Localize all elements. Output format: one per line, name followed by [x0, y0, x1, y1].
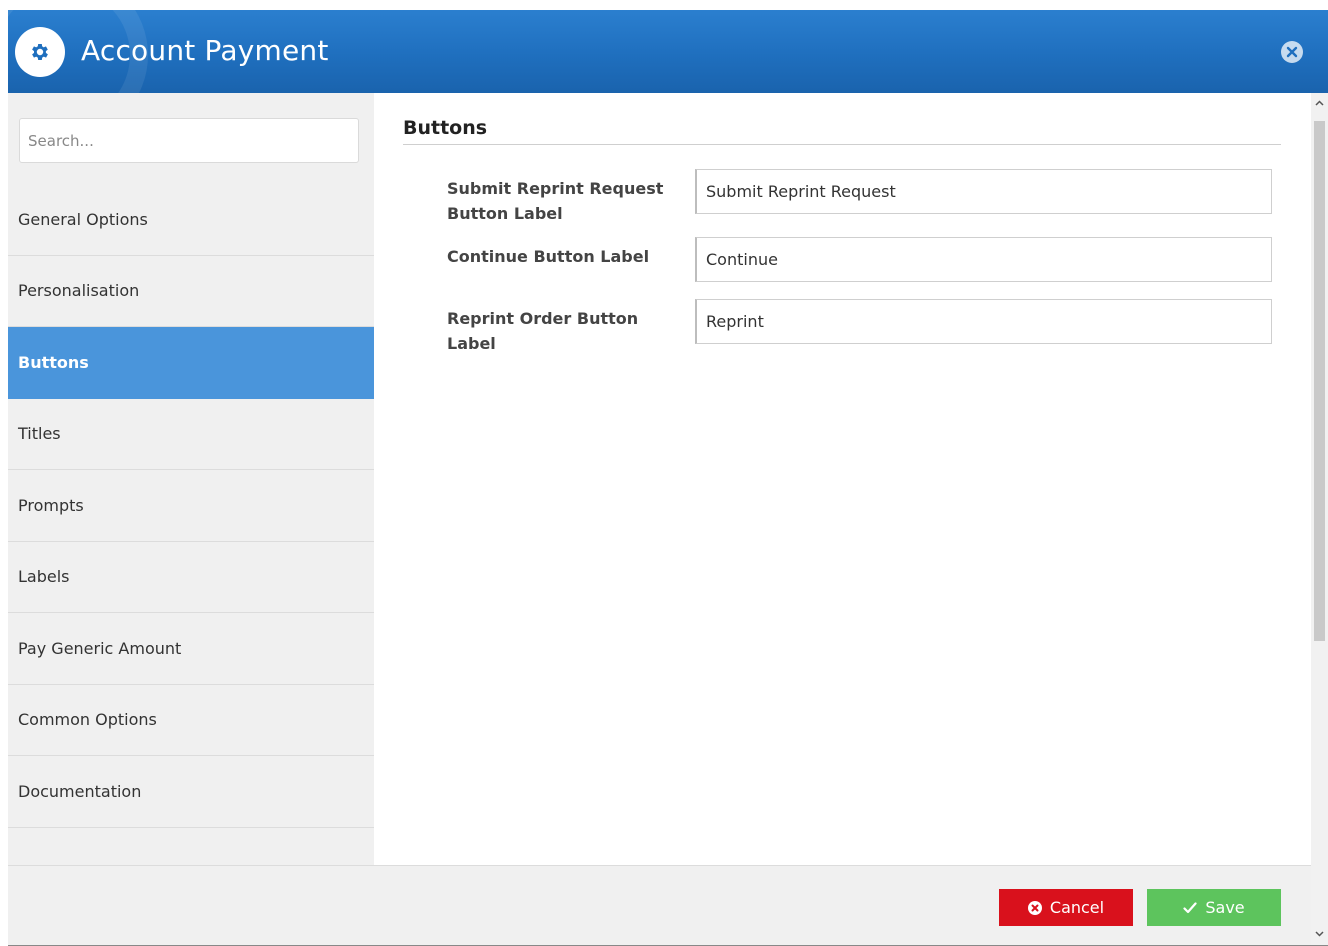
field-label-reprint-order: Reprint Order Button Label [447, 309, 639, 353]
account-payment-dialog: Account Payment General Options Personal… [8, 10, 1328, 946]
sidebar-item-label: Prompts [18, 495, 84, 515]
reprint-order-label-input[interactable] [695, 299, 1272, 344]
check-icon [1183, 901, 1197, 913]
scroll-up-icon[interactable] [1315, 99, 1324, 108]
gear-icon [15, 27, 65, 77]
dialog-header: Account Payment [8, 10, 1328, 93]
sidebar: General Options Personalisation Buttons … [8, 93, 386, 865]
sidebar-item-buttons[interactable]: Buttons [8, 327, 386, 399]
save-button-label: Save [1205, 898, 1245, 917]
continue-label-input[interactable] [695, 237, 1272, 282]
sidebar-item-prompts[interactable]: Prompts [8, 470, 374, 542]
sidebar-item-pay-generic-amount[interactable]: Pay Generic Amount [8, 613, 374, 685]
sidebar-item-label: Pay Generic Amount [18, 638, 182, 658]
scroll-down-icon[interactable] [1315, 929, 1324, 938]
save-button[interactable]: Save [1147, 889, 1281, 926]
dialog-title: Account Payment [81, 34, 329, 67]
sidebar-item-general-options[interactable]: General Options [8, 184, 374, 256]
close-icon[interactable] [1281, 41, 1303, 63]
section-title: Buttons [403, 117, 488, 139]
sidebar-item-label: General Options [18, 209, 148, 229]
cancel-button[interactable]: Cancel [999, 889, 1133, 926]
main-content: Buttons Submit Reprint Request Button La… [374, 93, 1311, 865]
sidebar-item-label: Common Options [18, 710, 157, 730]
sidebar-item-label: Personalisation [18, 281, 140, 301]
section-divider [403, 144, 1281, 145]
sidebar-item-label: Labels [18, 567, 70, 587]
search-box [19, 118, 359, 163]
sidebar-item-labels[interactable]: Labels [8, 541, 374, 613]
submit-reprint-label-input[interactable] [695, 169, 1272, 214]
dialog-footer: Cancel Save [8, 865, 1311, 946]
scroll-thumb[interactable] [1314, 121, 1325, 641]
cancel-button-label: Cancel [1049, 898, 1105, 917]
sidebar-item-label: Documentation [18, 781, 142, 801]
close-circle-icon [1027, 900, 1042, 915]
sidebar-item-label: Buttons [18, 352, 89, 372]
sidebar-item-personalisation[interactable]: Personalisation [8, 255, 374, 327]
sidebar-item-common-options[interactable]: Common Options [8, 684, 374, 756]
search-input[interactable] [19, 118, 359, 163]
content-scrollbar[interactable] [1311, 93, 1328, 946]
sidebar-item-documentation[interactable]: Documentation [8, 756, 374, 828]
sidebar-item-titles[interactable]: Titles [8, 398, 374, 470]
field-label-continue: Continue Button Label [447, 247, 650, 266]
field-label-submit-reprint: Submit Reprint Request Button Label [447, 179, 664, 223]
sidebar-nav: General Options Personalisation Buttons … [8, 184, 386, 828]
sidebar-item-label: Titles [18, 424, 61, 444]
